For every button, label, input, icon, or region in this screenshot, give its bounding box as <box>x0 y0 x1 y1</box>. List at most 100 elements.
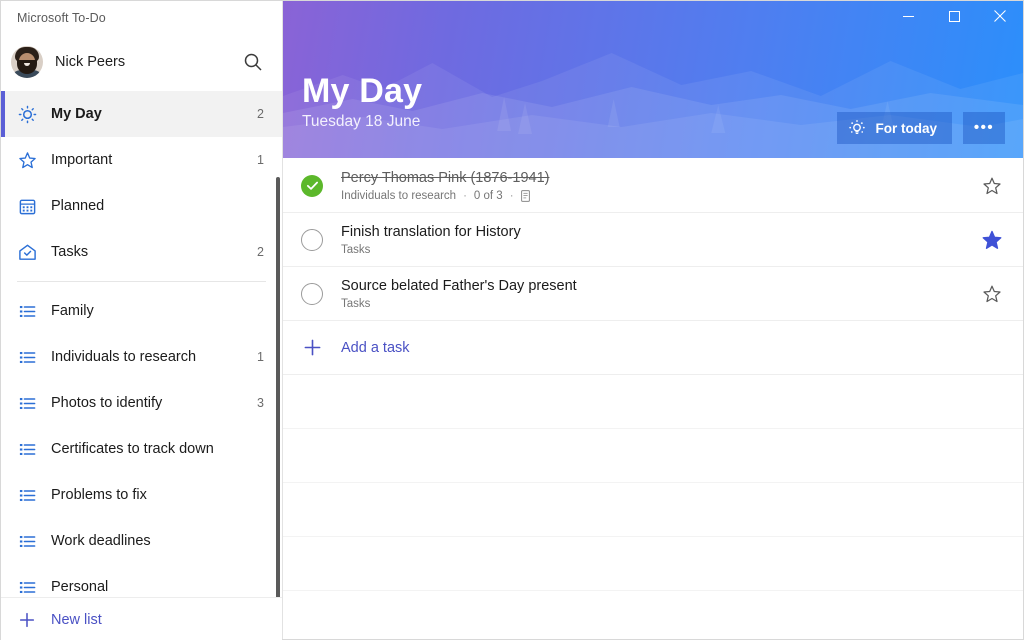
sidebar-item-work-deadlines[interactable]: Work deadlines <box>1 518 282 564</box>
list-header-hero: My Day Tuesday 18 June For today ••• <box>283 1 1023 158</box>
list-icon <box>15 348 39 367</box>
for-today-button[interactable]: For today <box>837 112 952 144</box>
task-title: Source belated Father's Day present <box>341 278 577 294</box>
selection-indicator <box>1 334 5 380</box>
sidebar-item-label: Work deadlines <box>51 533 151 549</box>
selection-indicator <box>1 288 5 334</box>
new-list-label: New list <box>51 611 102 628</box>
list-icon <box>15 532 39 551</box>
task-checkbox-completed[interactable] <box>301 174 323 197</box>
sidebar-item-personal[interactable]: Personal <box>1 564 282 597</box>
list-icon <box>15 578 39 597</box>
sidebar-item-label: My Day <box>51 106 102 122</box>
sidebar: Microsoft To-Do Nick Peers My Day 2 Impo… <box>1 1 282 640</box>
selection-indicator <box>1 564 5 597</box>
task-title: Percy Thomas Pink (1876-1941) <box>341 170 550 186</box>
close-button[interactable] <box>977 1 1023 31</box>
list-icon <box>15 486 39 505</box>
task-meta: Individuals to research · 0 of 3 · <box>341 190 979 202</box>
main-content: My Day Tuesday 18 June For today ••• Per… <box>283 1 1023 639</box>
task-important-toggle[interactable] <box>979 281 1005 307</box>
sidebar-item-individuals-to-research[interactable]: Individuals to research 1 <box>1 334 282 380</box>
sidebar-divider <box>17 281 266 282</box>
task-row[interactable]: Percy Thomas Pink (1876-1941) Individual… <box>283 159 1023 213</box>
close-icon <box>994 10 1006 22</box>
star-icon <box>15 151 39 170</box>
sidebar-item-label: Certificates to track down <box>51 441 214 457</box>
hero-actions: For today ••• <box>837 112 1005 144</box>
plus-icon <box>15 611 39 629</box>
checkmark-icon <box>306 181 318 190</box>
sidebar-item-label: Important <box>51 152 113 168</box>
selection-indicator <box>1 518 5 564</box>
list-icon <box>15 394 39 413</box>
list-icon <box>15 302 39 321</box>
sidebar-item-label: Problems to fix <box>51 487 147 503</box>
maximize-icon <box>948 10 960 22</box>
add-task-row[interactable]: Add a task <box>283 321 1023 375</box>
task-title: Finish translation for History <box>341 224 521 240</box>
sidebar-scrollbar[interactable] <box>276 177 280 597</box>
task-body: Source belated Father's Day present Task… <box>341 277 979 310</box>
maximize-button[interactable] <box>931 1 977 31</box>
note-icon <box>520 190 530 202</box>
sidebar-item-label: Tasks <box>51 244 89 260</box>
ellipsis-icon: ••• <box>973 119 995 136</box>
task-row[interactable]: Source belated Father's Day present Task… <box>283 267 1023 321</box>
selection-indicator <box>1 91 5 137</box>
sidebar-item-count: 3 <box>257 396 264 410</box>
sidebar-item-photos-to-identify[interactable]: Photos to identify 3 <box>1 380 282 426</box>
app-title: Microsoft To-Do <box>17 11 106 25</box>
minimize-icon <box>902 15 914 17</box>
sidebar-item-label: Individuals to research <box>51 349 197 365</box>
avatar[interactable] <box>11 46 43 78</box>
sidebar-item-certificates-to-track-down[interactable]: Certificates to track down <box>1 426 282 472</box>
meta-separator: · <box>509 190 514 202</box>
task-list-name: Tasks <box>341 298 371 310</box>
task-checkbox[interactable] <box>301 228 323 251</box>
sidebar-item-problems-to-fix[interactable]: Problems to fix <box>1 472 282 518</box>
task-body: Finish translation for History Tasks <box>341 223 979 256</box>
selection-indicator <box>1 472 5 518</box>
window-controls <box>885 1 1023 31</box>
task-list: Percy Thomas Pink (1876-1941) Individual… <box>283 158 1023 639</box>
more-options-button[interactable]: ••• <box>963 112 1005 144</box>
plus-icon <box>301 338 323 357</box>
sidebar-item-family[interactable]: Family <box>1 288 282 334</box>
star-filled-icon <box>982 230 1002 249</box>
sidebar-item-count: 1 <box>257 350 264 364</box>
for-today-label: For today <box>875 120 937 136</box>
task-important-toggle[interactable] <box>979 227 1005 253</box>
page-subtitle-date: Tuesday 18 June <box>302 113 421 130</box>
empty-list-row <box>283 537 1023 591</box>
calendar-icon <box>15 197 39 216</box>
sidebar-item-tasks[interactable]: Tasks 2 <box>1 229 282 275</box>
empty-list-row <box>283 591 1023 639</box>
task-checkbox[interactable] <box>301 282 323 305</box>
new-list-button[interactable]: New list <box>1 597 282 640</box>
task-important-toggle[interactable] <box>979 173 1005 199</box>
lightbulb-icon <box>849 120 866 134</box>
list-icon <box>15 440 39 459</box>
sidebar-item-label: Planned <box>51 198 105 214</box>
minimize-button[interactable] <box>885 1 931 31</box>
sidebar-item-label: Family <box>51 303 94 319</box>
account-row[interactable]: Nick Peers <box>1 35 282 89</box>
sidebar-item-count: 2 <box>257 107 264 121</box>
page-title: My Day <box>302 72 423 110</box>
task-row[interactable]: Finish translation for History Tasks <box>283 213 1023 267</box>
sidebar-item-my-day[interactable]: My Day 2 <box>1 91 282 137</box>
selection-indicator <box>1 229 5 275</box>
search-button[interactable] <box>238 47 268 77</box>
sidebar-item-important[interactable]: Important 1 <box>1 137 282 183</box>
hero-text: My Day Tuesday 18 June <box>302 71 422 131</box>
selection-indicator <box>1 426 5 472</box>
task-list-name: Individuals to research <box>341 190 457 202</box>
search-icon <box>244 53 262 71</box>
sidebar-item-label: Photos to identify <box>51 395 163 411</box>
sidebar-nav: My Day 2 Important 1 Planned Tasks 2 Fam… <box>1 89 282 597</box>
sidebar-item-planned[interactable]: Planned <box>1 183 282 229</box>
task-meta: Tasks <box>341 244 979 256</box>
empty-list-row <box>283 429 1023 483</box>
selection-indicator <box>1 137 5 183</box>
